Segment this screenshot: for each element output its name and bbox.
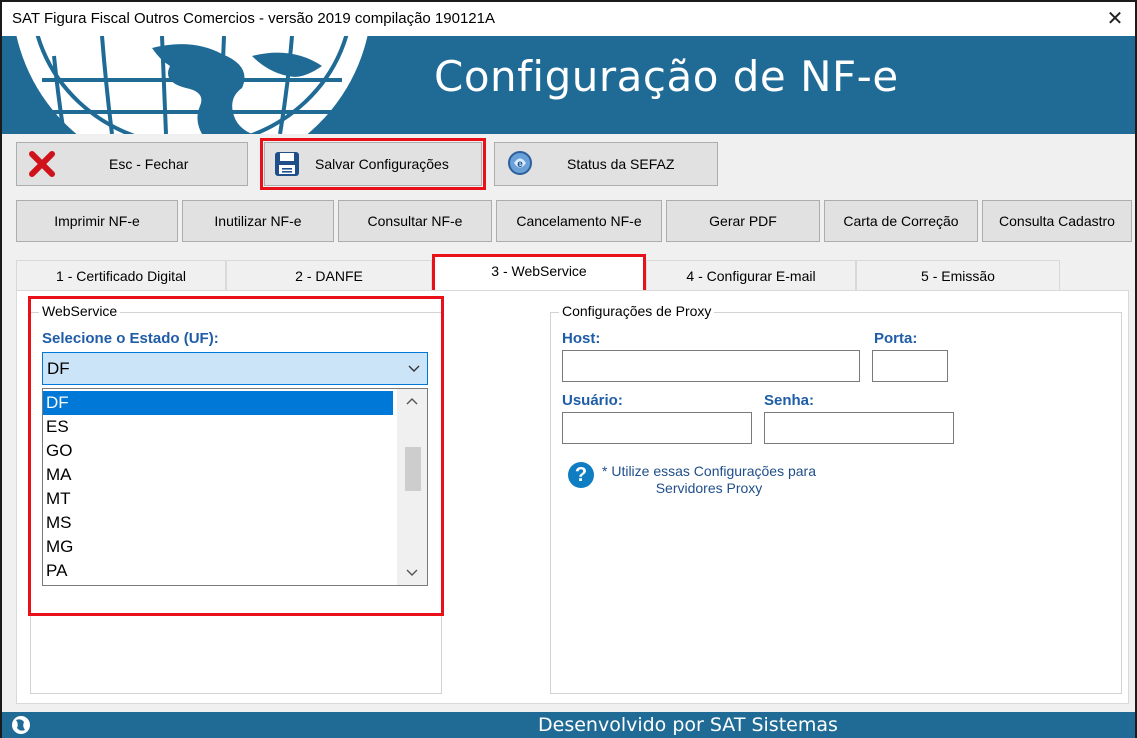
user-label: Usuário: [562,392,623,409]
state-select[interactable]: DF [42,352,428,385]
close-button[interactable]: Esc - Fechar [16,142,248,186]
state-option[interactable]: PA [43,559,393,583]
tab-danfe[interactable]: 2 - DANFE [226,260,432,290]
state-select-value: DF [47,359,70,378]
app-window: SAT Figura Fiscal Outros Comercios - ver… [0,0,1137,738]
chevron-down-icon [408,365,420,372]
proxy-group-title: Configurações de Proxy [559,303,715,319]
globe-icon [12,716,30,734]
proxy-help-line1: * Utilize essas Configurações para [602,463,816,479]
nfe-toolbar: Imprimir NF-e Inutilizar NF-e Consultar … [2,192,1135,248]
tab-digital-certificate[interactable]: 1 - Certificado Digital [16,260,226,290]
floppy-disk-icon [275,152,299,176]
close-window-icon[interactable]: ✕ [1101,6,1129,32]
close-x-icon [29,151,55,177]
state-option[interactable]: GO [43,439,393,463]
password-label: Senha: [764,392,815,409]
sefaz-status-icon: e [508,151,532,175]
dropdown-scrollbar[interactable] [397,389,427,585]
close-button-label: Esc - Fechar [109,156,189,172]
main-toolbar: Esc - Fechar Salvar Configurações e Stat… [2,134,1135,192]
footer-bar: Desenvolvido por SAT Sistemas [2,712,1135,738]
user-input[interactable] [562,412,752,444]
webservice-group-title: WebService [39,303,121,319]
footer-credit: Desenvolvido por SAT Sistemas [538,714,838,736]
tab-webservice[interactable]: 3 - WebService [432,256,646,290]
proxy-help-line2: Servidores Proxy [655,480,763,496]
sefaz-button-label: Status da SEFAZ [567,156,675,172]
save-settings-button[interactable]: Salvar Configurações [264,142,482,186]
correction-letter-button[interactable]: Carta de Correção [824,200,978,242]
sefaz-status-button[interactable]: e Status da SEFAZ [494,142,718,186]
page-heading: Configuração de NF-e [434,52,899,101]
host-label: Host: [562,330,601,347]
disable-nfe-button[interactable]: Inutilizar NF-e [182,200,334,242]
tab-email-settings[interactable]: 4 - Configurar E-mail [646,260,856,290]
state-option[interactable]: DF [43,391,393,415]
generate-pdf-button[interactable]: Gerar PDF [666,200,820,242]
tab-emission[interactable]: 5 - Emissão [856,260,1060,290]
save-button-label: Salvar Configurações [315,156,449,172]
state-option[interactable]: MT [43,487,393,511]
globe-logo-icon [16,36,368,134]
state-select-label: Selecione o Estado (UF): [42,330,219,347]
scroll-down-icon[interactable] [405,565,419,579]
proxy-help-text: * Utilize essas Configurações para Servi… [602,463,816,497]
help-icon[interactable]: ? [568,462,594,488]
state-option[interactable]: MA [43,463,393,487]
scrollbar-thumb[interactable] [405,447,421,491]
port-label: Porta: [874,330,918,347]
state-option[interactable]: ES [43,415,393,439]
cancel-nfe-button[interactable]: Cancelamento NF-e [496,200,662,242]
query-nfe-button[interactable]: Consultar NF-e [338,200,492,242]
port-input[interactable] [872,350,948,382]
svg-text:e: e [517,159,523,170]
state-dropdown-list[interactable]: DF ES GO MA MT MS MG PA [42,388,428,586]
tab-strip: 1 - Certificado Digital 2 - DANFE 3 - We… [2,256,1135,290]
host-input[interactable] [562,350,860,382]
title-bar: SAT Figura Fiscal Outros Comercios - ver… [2,2,1135,36]
state-option[interactable]: MS [43,511,393,535]
password-input[interactable] [764,412,954,444]
header-banner: Configuração de NF-e [2,36,1135,134]
scroll-up-icon[interactable] [405,395,419,409]
state-option[interactable]: MG [43,535,393,559]
window-title: SAT Figura Fiscal Outros Comercios - ver… [12,10,495,27]
registry-query-button[interactable]: Consulta Cadastro [982,200,1132,242]
print-nfe-button[interactable]: Imprimir NF-e [16,200,178,242]
